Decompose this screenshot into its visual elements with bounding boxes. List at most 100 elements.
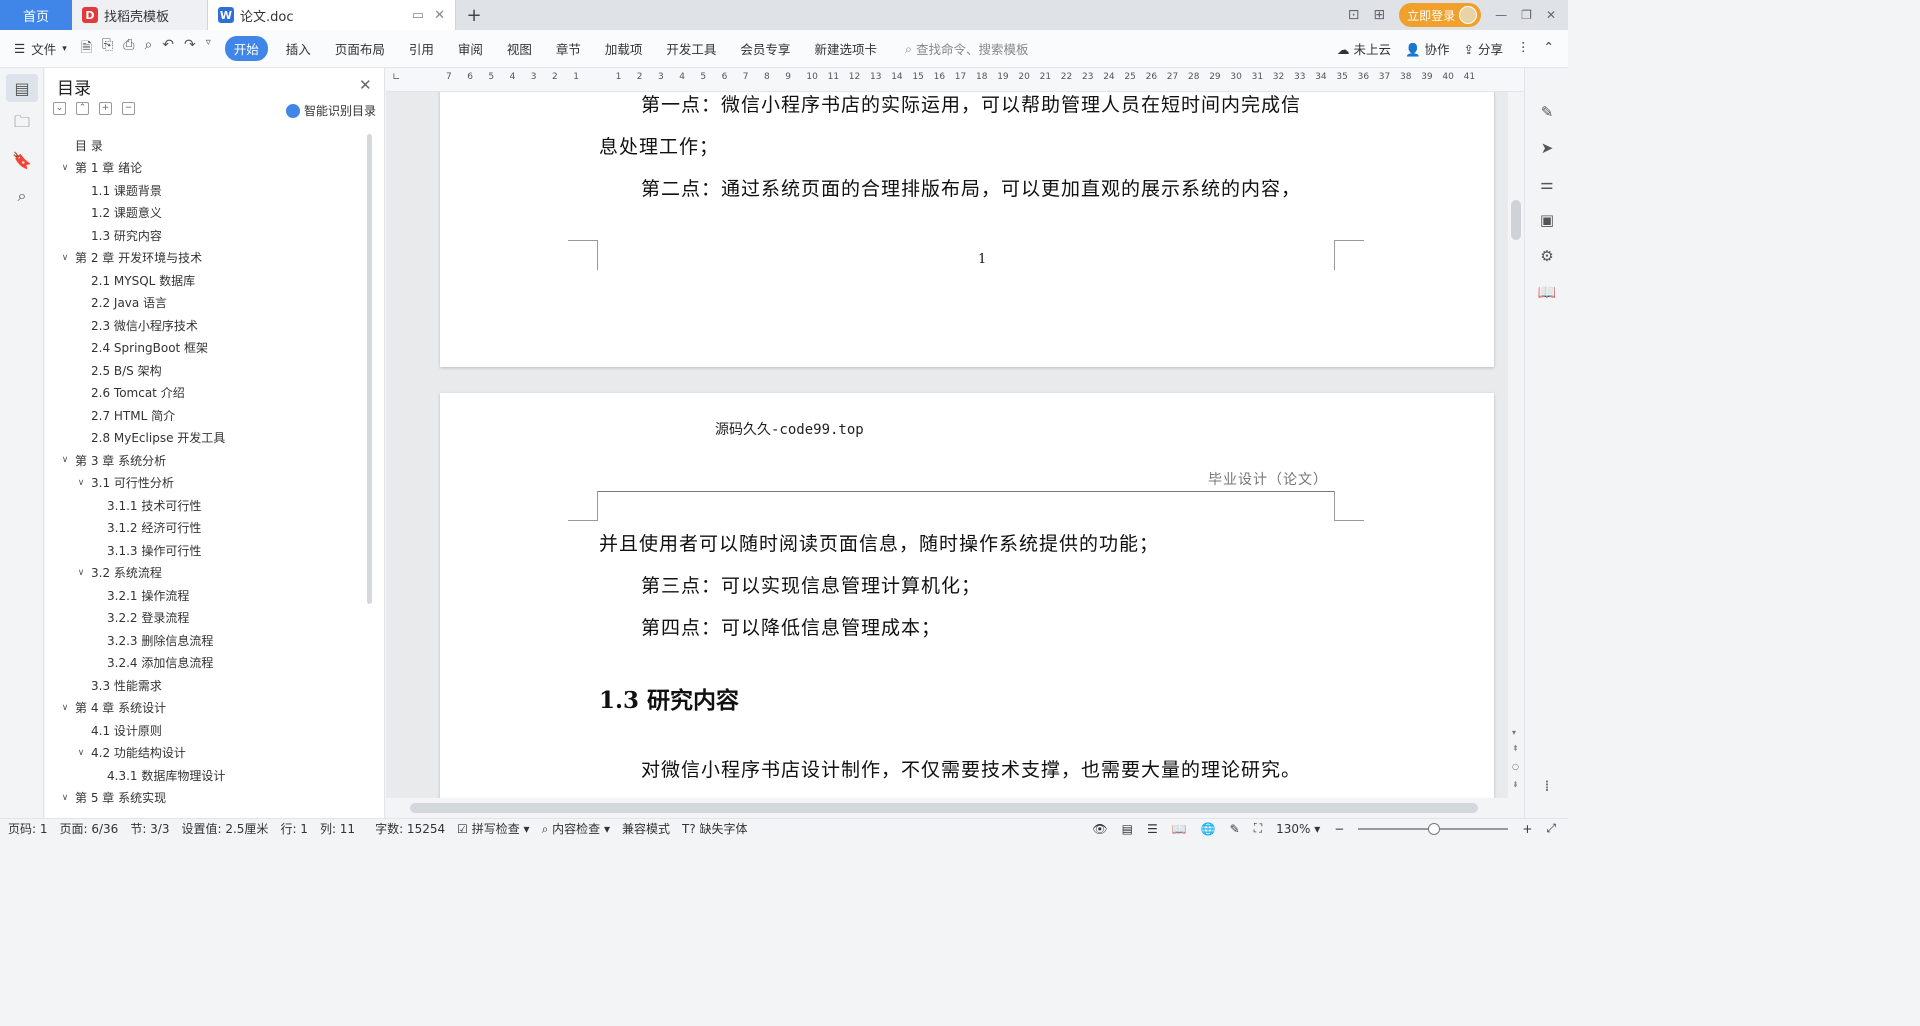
pen-mode-icon[interactable]: ✎	[1230, 822, 1240, 836]
file-menu[interactable]: ☰ 文件 ▾	[14, 39, 67, 58]
toc-item[interactable]: 3.3 性能需求	[45, 674, 370, 697]
login-button[interactable]: 立即登录	[1399, 3, 1482, 27]
sliders-icon[interactable]: ⚌	[1525, 166, 1569, 202]
content-check-button[interactable]: ⌕ 内容检查 ▾	[542, 820, 610, 837]
toc-item[interactable]: 3.1.3 操作可行性	[45, 539, 370, 562]
monitor-icon[interactable]: ▭	[412, 8, 424, 23]
reading-view-icon[interactable]: 📖	[1172, 822, 1187, 836]
toc-item[interactable]: 2.5 B/S 架构	[45, 359, 370, 382]
toc-item[interactable]: 2.4 SpringBoot 框架	[45, 337, 370, 360]
chevron-down-icon[interactable]: ∨	[59, 703, 71, 713]
tab-review[interactable]: 审阅	[458, 39, 483, 58]
grid-apps-icon[interactable]: ⊞	[1373, 7, 1385, 23]
share-button[interactable]: ⇪ 分享	[1464, 39, 1503, 58]
tab-chapter[interactable]: 章节	[556, 39, 581, 58]
toc-item[interactable]: ∨ 第 1 章 绪论	[45, 157, 370, 180]
toc-item[interactable]: 2.7 HTML 简介	[45, 404, 370, 427]
bookmark-icon[interactable]: 🔖	[6, 146, 38, 174]
add-entry-icon[interactable]: +	[99, 102, 112, 115]
chevron-down-icon[interactable]: ∨	[75, 478, 87, 488]
toc-item[interactable]: 目 录	[45, 134, 370, 157]
chevron-down-icon[interactable]: ∨	[75, 748, 87, 758]
chapter-nav-icon[interactable]: 🗀	[6, 110, 38, 138]
chevron-down-icon[interactable]: ∨	[59, 163, 71, 173]
collab-button[interactable]: 👤 协作	[1405, 39, 1450, 58]
toc-icon[interactable]: ▤	[6, 74, 38, 102]
print-preview-icon[interactable]: ⌕	[144, 37, 152, 61]
export-icon[interactable]: ⎘	[102, 37, 113, 61]
toc-item[interactable]: 3.1.1 技术可行性	[45, 494, 370, 517]
tab-insert[interactable]: 插入	[286, 39, 311, 58]
eye-icon[interactable]: 👁	[1092, 822, 1107, 836]
toc-item[interactable]: 3.2.1 操作流程	[45, 584, 370, 607]
vertical-scrollbar[interactable]: ▾ ⇞ ○ ⇟	[1508, 92, 1524, 798]
tab-references[interactable]: 引用	[409, 39, 434, 58]
toc-item[interactable]: 2.3 微信小程序技术	[45, 314, 370, 337]
fullscreen-icon[interactable]: ⤢	[1546, 821, 1556, 836]
close-window-icon[interactable]: ✕	[1546, 8, 1556, 22]
toc-item[interactable]: ∨ 第 2 章 开发环境与技术	[45, 247, 370, 270]
toc-item[interactable]: 2.1 MYSQL 数据库	[45, 269, 370, 292]
toc-item[interactable]: 1.1 课题背景	[45, 179, 370, 202]
tab-home[interactable]: 首页	[0, 0, 72, 30]
toc-item[interactable]: 4.3.1 数据库物理设计	[45, 764, 370, 787]
cursor-icon[interactable]: ➤	[1525, 130, 1569, 166]
toc-item[interactable]: 1.3 研究内容	[45, 224, 370, 247]
web-view-icon[interactable]: 🌐	[1201, 822, 1216, 836]
vertical-scroll-thumb[interactable]	[1511, 200, 1521, 240]
toc-item[interactable]: ∨ 3.2 系统流程	[45, 562, 370, 585]
toc-scrollbar[interactable]	[367, 134, 372, 604]
book-icon[interactable]: 📖	[1525, 274, 1569, 310]
tab-stop-icon[interactable]: ∟	[392, 72, 400, 83]
fit-page-icon[interactable]: ⛶	[1254, 821, 1262, 836]
chevron-down-icon[interactable]: ∨	[59, 793, 71, 803]
toc-item[interactable]: 3.1.2 经济可行性	[45, 517, 370, 540]
status-page[interactable]: 页面: 6/36	[60, 820, 119, 837]
scroll-down-icon[interactable]: ▾	[1512, 728, 1516, 737]
expand-all-icon[interactable]: ⌃	[76, 102, 89, 115]
tab-document[interactable]: W 论文.doc ▭ ✕	[208, 0, 456, 30]
zoom-slider[interactable]	[1358, 822, 1509, 835]
tab-start[interactable]: 开始	[224, 36, 268, 61]
missing-font-button[interactable]: T? 缺失字体	[682, 820, 748, 837]
toc-item[interactable]: 1.2 课题意义	[45, 202, 370, 225]
save-icon[interactable]: 🗎	[81, 37, 92, 61]
pen-icon[interactable]: ✎	[1525, 94, 1569, 130]
collapse-all-icon[interactable]: ⌄	[53, 102, 66, 115]
toc-item[interactable]: 3.2.2 登录流程	[45, 607, 370, 630]
horizontal-scrollbar[interactable]	[386, 798, 1508, 818]
smart-toc-button[interactable]: 智能识别目录	[285, 102, 376, 119]
toc-item[interactable]: ∨ 4.2 功能结构设计	[45, 742, 370, 765]
horizontal-ruler[interactable]: ∟ 7 6 5 4 3 2 1 1 2 3 4 5 6 7 8 9 10 11 12 13 14 15 16 17 18 19 20…	[386, 68, 1524, 92]
status-words[interactable]: 字数: 15254	[375, 820, 445, 837]
zoom-slider-knob[interactable]	[1428, 822, 1441, 835]
zoom-in-icon[interactable]: +	[1522, 822, 1532, 836]
restore-icon[interactable]: ❐	[1521, 8, 1532, 22]
zoom-out-icon[interactable]: −	[1334, 822, 1344, 836]
remove-entry-icon[interactable]: −	[122, 102, 135, 115]
more-icon[interactable]: ▿	[206, 37, 211, 61]
tab-developer[interactable]: 开发工具	[666, 39, 716, 58]
tab-template[interactable]: D 找稻壳模板	[72, 0, 208, 30]
document-canvas[interactable]: 第一点：微信小程序书店的实际运用，可以帮助管理人员在短时间内完成信 息处理工作；…	[386, 92, 1508, 798]
toc-item[interactable]: 2.2 Java 语言	[45, 292, 370, 315]
chevron-down-icon[interactable]: ∨	[75, 568, 87, 578]
command-search[interactable]: ⌕ 查找命令、搜索模板	[905, 39, 1029, 58]
add-tab-button[interactable]: +	[456, 0, 492, 30]
find-icon[interactable]: ⌕	[6, 182, 38, 210]
zoom-level[interactable]: 130% ▾	[1276, 822, 1320, 836]
tab-member[interactable]: 会员专享	[740, 39, 790, 58]
toc-item[interactable]: 2.6 Tomcat 介绍	[45, 382, 370, 405]
toc-item[interactable]: 3.2.3 删除信息流程	[45, 629, 370, 652]
undo-icon[interactable]: ↶	[162, 37, 174, 61]
select-browse-icon[interactable]: ○	[1512, 762, 1519, 771]
collapse-ribbon-icon[interactable]: ⌃	[1544, 39, 1554, 58]
toc-item[interactable]: 3.2.4 添加信息流程	[45, 652, 370, 675]
minimize-icon[interactable]: —	[1495, 8, 1507, 22]
outline-view-icon[interactable]: ☰	[1147, 822, 1158, 836]
prev-page-icon[interactable]: ⇞	[1512, 744, 1519, 753]
layout-icon[interactable]: ⊡	[1348, 7, 1360, 23]
toc-item[interactable]: ∨ 第 5 章 系统实现	[45, 787, 370, 810]
print-icon[interactable]: ⎙	[123, 37, 134, 61]
toc-item[interactable]: ∨ 第 4 章 系统设计	[45, 697, 370, 720]
